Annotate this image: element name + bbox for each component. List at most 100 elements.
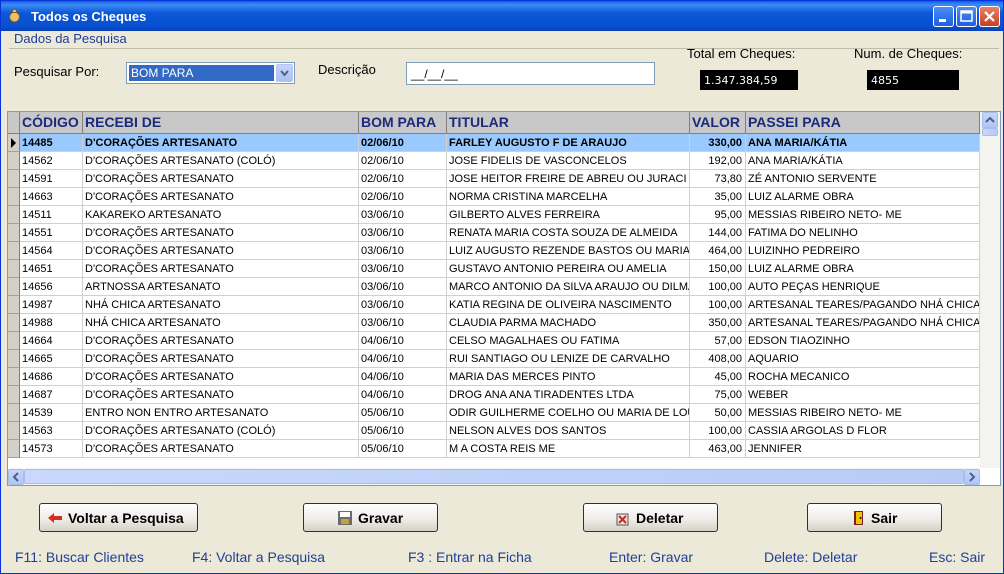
description-input[interactable]: __/__/__ <box>406 62 655 85</box>
cell-bom-para[interactable]: 05/06/10 <box>359 440 447 458</box>
cell-codigo[interactable]: 14563 <box>20 422 83 440</box>
cell-titular[interactable]: MARIA DAS MERCES PINTO <box>447 368 690 386</box>
scroll-up-button[interactable] <box>982 112 998 128</box>
cell-recebi-de[interactable]: NHÁ CHICA ARTESANATO <box>83 296 359 314</box>
cell-codigo[interactable]: 14687 <box>20 386 83 404</box>
cell-passei-para[interactable]: ANA MARIA/KÁTIA <box>746 152 980 170</box>
table-row[interactable]: 14663 D'CORAÇÕES ARTESANATO 02/06/10 NORMA … <box>8 188 980 206</box>
cell-recebi-de[interactable]: ARTNOSSA ARTESANATO <box>83 278 359 296</box>
cell-codigo[interactable]: 14988 <box>20 314 83 332</box>
cell-titular[interactable]: JOSE FIDELIS DE VASCONCELOS <box>447 152 690 170</box>
cell-passei-para[interactable]: AUTO PEÇAS HENRIQUE <box>746 278 980 296</box>
header-codigo[interactable]: CÓDIGO <box>20 112 83 133</box>
cell-bom-para[interactable]: 04/06/10 <box>359 386 447 404</box>
cell-codigo[interactable]: 14665 <box>20 350 83 368</box>
row-indicator[interactable] <box>8 386 20 404</box>
vertical-scroll-thumb[interactable] <box>982 128 998 136</box>
cell-titular[interactable]: MARCO ANTONIO DA SILVA ARAUJO OU DILMA <box>447 278 690 296</box>
row-indicator[interactable] <box>8 224 20 242</box>
table-row[interactable]: 14591 D'CORAÇÕES ARTESANATO 02/06/10 JOSE H… <box>8 170 980 188</box>
cell-bom-para[interactable]: 04/06/10 <box>359 350 447 368</box>
cell-codigo[interactable]: 14663 <box>20 188 83 206</box>
cell-titular[interactable]: GUSTAVO ANTONIO PEREIRA OU AMELIA <box>447 260 690 278</box>
cheques-grid[interactable]: CÓDIGO RECEBI DE BOM PARA TITULAR VALOR … <box>7 111 1001 486</box>
cell-titular[interactable]: KATIA REGINA DE OLIVEIRA NASCIMENTO <box>447 296 690 314</box>
cell-passei-para[interactable]: MESSIAS RIBEIRO NETO- ME <box>746 404 980 422</box>
cell-titular[interactable]: LUIZ AUGUSTO REZENDE BASTOS OU MARIA I <box>447 242 690 260</box>
cell-passei-para[interactable]: ZÉ ANTONIO SERVENTE <box>746 170 980 188</box>
cell-codigo[interactable]: 14551 <box>20 224 83 242</box>
cell-recebi-de[interactable]: D'CORAÇÕES ARTESANATO <box>83 242 359 260</box>
cell-valor[interactable]: 73,80 <box>690 170 746 188</box>
row-indicator[interactable] <box>8 242 20 260</box>
cell-valor[interactable]: 45,00 <box>690 368 746 386</box>
close-button[interactable] <box>979 6 1000 27</box>
cell-titular[interactable]: RENATA MARIA COSTA SOUZA DE ALMEIDA <box>447 224 690 242</box>
cell-titular[interactable]: FARLEY AUGUSTO F DE ARAUJO <box>447 134 690 152</box>
cell-bom-para[interactable]: 03/06/10 <box>359 260 447 278</box>
maximize-button[interactable] <box>956 6 977 27</box>
table-row[interactable]: 14573 D'CORAÇÕES ARTESANATO 05/06/10 M A CO… <box>8 440 980 458</box>
cell-passei-para[interactable]: ARTESANAL TEARES/PAGANDO NHÁ CHICA <box>746 296 980 314</box>
row-indicator[interactable] <box>8 368 20 386</box>
cell-bom-para[interactable]: 03/06/10 <box>359 242 447 260</box>
vertical-scrollbar[interactable] <box>980 112 1000 468</box>
cell-valor[interactable]: 150,00 <box>690 260 746 278</box>
scroll-left-button[interactable] <box>8 469 24 485</box>
table-row[interactable]: 14687 D'CORAÇÕES ARTESANATO 04/06/10 DROG A… <box>8 386 980 404</box>
row-indicator[interactable] <box>8 170 20 188</box>
scroll-right-button[interactable] <box>964 469 980 485</box>
row-indicator[interactable] <box>8 422 20 440</box>
title-bar[interactable]: Todos os Cheques <box>1 1 1003 31</box>
cell-bom-para[interactable]: 05/06/10 <box>359 422 447 440</box>
cell-passei-para[interactable]: EDSON TIAOZINHO <box>746 332 980 350</box>
cell-valor[interactable]: 100,00 <box>690 422 746 440</box>
cell-recebi-de[interactable]: D'CORAÇÕES ARTESANATO <box>83 224 359 242</box>
cell-codigo[interactable]: 14564 <box>20 242 83 260</box>
row-indicator[interactable] <box>8 314 20 332</box>
save-button[interactable]: Gravar <box>303 503 438 532</box>
cell-passei-para[interactable]: JENNIFER <box>746 440 980 458</box>
table-row[interactable]: 14562 D'CORAÇÕES ARTESANATO (COLÓ) 02/06/1… <box>8 152 980 170</box>
header-titular[interactable]: TITULAR <box>447 112 690 133</box>
cell-titular[interactable]: JOSE HEITOR FREIRE DE ABREU OU JURACI <box>447 170 690 188</box>
cell-valor[interactable]: 144,00 <box>690 224 746 242</box>
cell-codigo[interactable]: 14485 <box>20 134 83 152</box>
cell-recebi-de[interactable]: D'CORAÇÕES ARTESANATO (COLÓ) <box>83 422 359 440</box>
cell-valor[interactable]: 100,00 <box>690 278 746 296</box>
cell-valor[interactable]: 75,00 <box>690 386 746 404</box>
cell-passei-para[interactable]: WEBER <box>746 386 980 404</box>
cell-valor[interactable]: 463,00 <box>690 440 746 458</box>
search-by-select[interactable]: BOM PARA <box>126 62 295 84</box>
cell-recebi-de[interactable]: D'CORAÇÕES ARTESANATO <box>83 260 359 278</box>
row-indicator[interactable] <box>8 440 20 458</box>
table-row[interactable]: 14664 D'CORAÇÕES ARTESANATO 04/06/10 CELSO … <box>8 332 980 350</box>
cell-passei-para[interactable]: FATIMA DO NELINHO <box>746 224 980 242</box>
cell-recebi-de[interactable]: D'CORAÇÕES ARTESANATO (COLÓ) <box>83 152 359 170</box>
cell-bom-para[interactable]: 03/06/10 <box>359 206 447 224</box>
table-row[interactable]: 14988 NHÁ CHICA ARTESANATO 03/06/10 CLAUDIA… <box>8 314 980 332</box>
row-indicator[interactable] <box>8 152 20 170</box>
cell-passei-para[interactable]: MESSIAS RIBEIRO NETO- ME <box>746 206 980 224</box>
horizontal-scroll-thumb[interactable] <box>24 469 964 484</box>
cell-recebi-de[interactable]: D'CORAÇÕES ARTESANATO <box>83 350 359 368</box>
cell-codigo[interactable]: 14651 <box>20 260 83 278</box>
cell-recebi-de[interactable]: D'CORAÇÕES ARTESANATO <box>83 440 359 458</box>
delete-button[interactable]: Deletar <box>583 503 718 532</box>
cell-codigo[interactable]: 14511 <box>20 206 83 224</box>
cell-passei-para[interactable]: ANA MARIA/KÁTIA <box>746 134 980 152</box>
dropdown-button[interactable] <box>276 64 293 82</box>
cell-valor[interactable]: 408,00 <box>690 350 746 368</box>
cell-titular[interactable]: DROG ANA ANA TIRADENTES LTDA <box>447 386 690 404</box>
cell-titular[interactable]: CELSO MAGALHAES OU FATIMA <box>447 332 690 350</box>
header-valor[interactable]: VALOR <box>690 112 746 133</box>
cell-passei-para[interactable]: CASSIA ARGOLAS D FLOR <box>746 422 980 440</box>
cell-valor[interactable]: 100,00 <box>690 296 746 314</box>
horizontal-scrollbar[interactable] <box>8 468 980 485</box>
cell-recebi-de[interactable]: KAKAREKO ARTESANATO <box>83 206 359 224</box>
cell-bom-para[interactable]: 04/06/10 <box>359 368 447 386</box>
cell-titular[interactable]: M A COSTA REIS ME <box>447 440 690 458</box>
cell-recebi-de[interactable]: NHÁ CHICA ARTESANATO <box>83 314 359 332</box>
row-indicator[interactable] <box>8 332 20 350</box>
cell-titular[interactable]: ODIR GUILHERME COELHO OU MARIA DE LOU <box>447 404 690 422</box>
